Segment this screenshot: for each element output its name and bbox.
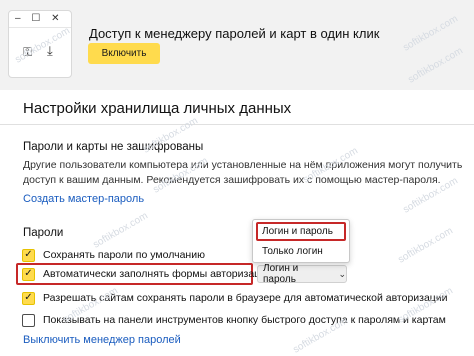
dropdown-option-login-password[interactable]: Логин и пароль bbox=[256, 222, 346, 241]
select-value: Логин и пароль bbox=[263, 263, 299, 285]
autofill-mode-select[interactable]: Логин и пароль ⌄ bbox=[257, 263, 347, 285]
section-divider bbox=[0, 124, 474, 125]
browser-mini-window-illustration: – ☐ ✕ ⚿ ⤓ bbox=[8, 10, 72, 78]
mini-window-divider bbox=[9, 27, 71, 28]
dropdown-option-login-only[interactable]: Только логин bbox=[256, 242, 346, 261]
option-label: Показывать на панели инструментов кнопку… bbox=[43, 314, 446, 326]
watermark: softikbox.com bbox=[91, 210, 150, 251]
option-save-passwords[interactable]: ✓ Сохранять пароли по умолчанию bbox=[22, 247, 205, 263]
disable-password-manager-link[interactable]: Выключить менеджер паролей bbox=[23, 334, 181, 346]
create-master-password-link[interactable]: Создать мастер-пароль bbox=[23, 193, 144, 205]
enable-button[interactable]: Включить bbox=[88, 43, 160, 64]
watermark: softikbox.com bbox=[396, 225, 455, 266]
autofill-mode-dropdown[interactable]: Логин и пароль Только логин bbox=[252, 219, 350, 263]
option-label: Сохранять пароли по умолчанию bbox=[43, 249, 205, 261]
section-title: Настройки хранилища личных данных bbox=[23, 100, 292, 117]
option-toolbar-button[interactable]: Показывать на панели инструментов кнопку… bbox=[22, 312, 446, 328]
check-icon[interactable]: ✓ bbox=[22, 291, 35, 305]
option-label: Автоматически заполнять формы авторизаци… bbox=[43, 268, 272, 280]
option-label: Разрешать сайтам сохранять пароли в брау… bbox=[43, 292, 448, 304]
checkbox-empty-icon[interactable] bbox=[22, 313, 35, 327]
check-icon[interactable]: ✓ bbox=[22, 248, 35, 262]
encryption-description: Другие пользователи компьютера или устан… bbox=[23, 159, 463, 186]
option-allow-sites-save[interactable]: ✓ Разрешать сайтам сохранять пароли в бр… bbox=[22, 290, 448, 306]
download-icon: ⤓ bbox=[47, 43, 53, 58]
not-encrypted-title: Пароли и карты не зашифрованы bbox=[23, 141, 204, 153]
window-controls-icon: – ☐ ✕ bbox=[15, 13, 64, 24]
key-icon: ⚿ bbox=[23, 45, 33, 59]
section-separator bbox=[0, 88, 474, 90]
check-icon[interactable]: ✓ bbox=[22, 267, 35, 281]
chevron-down-icon: ⌄ bbox=[338, 268, 346, 279]
passwords-heading: Пароли bbox=[23, 227, 64, 239]
promo-title: Доступ к менеджеру паролей и карт в один… bbox=[89, 26, 380, 41]
option-autofill-forms[interactable]: ✓ Автоматически заполнять формы авториза… bbox=[22, 266, 272, 282]
